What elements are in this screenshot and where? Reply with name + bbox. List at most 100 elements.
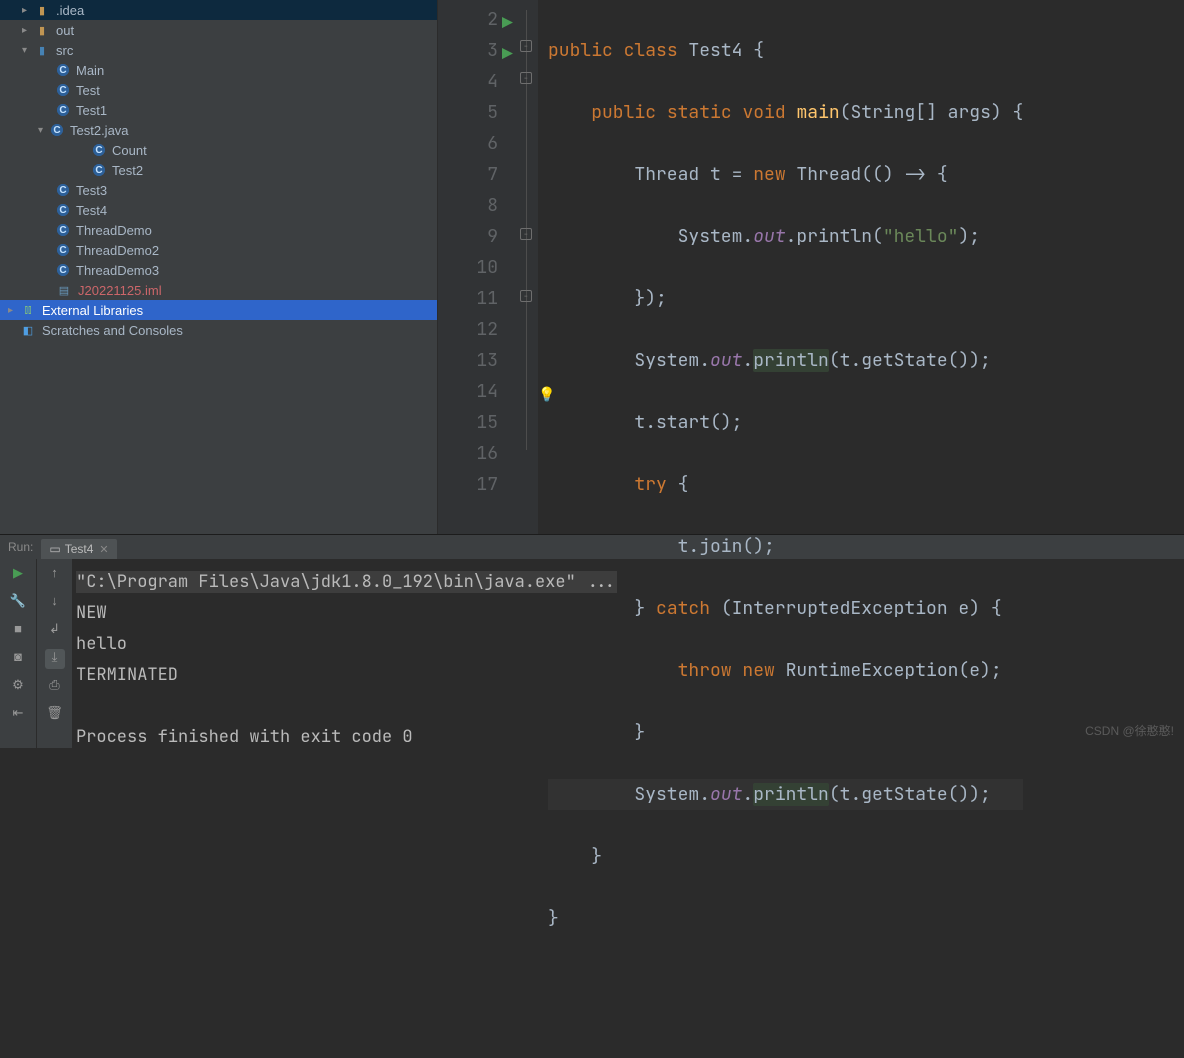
tree-item-test[interactable]: C Test [0,80,437,100]
tree-label: Test2 [112,163,143,178]
class-icon: C [56,103,70,117]
tree-item-test3[interactable]: C Test3 [0,180,437,200]
up-button[interactable]: ↑ [45,565,65,585]
line-num: 16 [438,438,498,469]
class-icon: C [92,163,106,177]
class-icon: C [56,63,70,77]
class-icon: C [56,223,70,237]
code-editor[interactable]: 2 3 4 5 6 7 8 9 10 11 12 13 14 15 16 17 … [438,0,1184,534]
tree-label: External Libraries [42,303,143,318]
tree-item-iml[interactable]: ▤ J20221125.iml [0,280,437,300]
tree-label: .idea [56,3,84,18]
scratch-icon: ◧ [20,322,36,338]
line-num: 5 [438,97,498,128]
tree-item-test2java[interactable]: ▾C Test2.java [0,120,437,140]
class-icon: C [56,83,70,97]
tree-label: J20221125.iml [78,283,162,298]
line-num: 7 [438,159,498,190]
line-num: 9 [438,221,498,252]
fold-icon[interactable]: − [520,72,532,84]
tree-label: Test [76,83,100,98]
trash-button[interactable]: 🗑 [45,705,65,725]
chevron-right-icon: ▸ [22,5,32,16]
tree-item-threaddemo3[interactable]: C ThreadDemo3 [0,260,437,280]
line-gutter: 2 3 4 5 6 7 8 9 10 11 12 13 14 15 16 17 … [438,0,518,534]
tree-item-count[interactable]: C Count [0,140,437,160]
line-num: 8 [438,190,498,221]
console-line: TERMINATED [76,664,178,686]
folder-icon: ▮ [34,42,50,58]
console-line: NEW [76,602,107,624]
tree-label: ThreadDemo2 [76,243,159,258]
bulb-icon[interactable]: 💡 [538,380,555,411]
java-file-icon: C [50,123,64,137]
console-line: hello [76,633,127,655]
class-icon: C [92,143,106,157]
tree-item-external-libraries[interactable]: ▸⫾⫾External Libraries [0,300,437,320]
line-num: 4 [438,66,498,97]
chevron-right-icon: ▸ [8,305,18,316]
tree-label: Test3 [76,183,107,198]
tree-item-scratches[interactable]: ◧ Scratches and Consoles [0,320,437,340]
watermark: CSDN @徐憨憨! [1085,722,1174,739]
console-exit: Process finished with exit code 0 [76,726,413,748]
line-num: 3 [438,35,498,66]
line-num: 15 [438,407,498,438]
tree-item-idea[interactable]: ▸▮.idea [0,0,437,20]
run-config-icon: ▭ [49,542,60,556]
tree-label: ThreadDemo [76,223,152,238]
run-toolbar-2: ↑ ↓ ↲ ⤓ ⎙ 🗑 [36,559,72,748]
close-icon[interactable]: ✕ [99,543,108,556]
run-tab-label: Test4 [65,542,94,556]
tree-item-main[interactable]: CMain [0,60,437,80]
tree-label: Scratches and Consoles [42,323,183,338]
stop-button[interactable]: ■ [8,621,28,641]
rerun-button[interactable]: ▶ [8,565,28,585]
class-icon: C [56,263,70,277]
line-num: 12 [438,314,498,345]
line-num: 13 [438,345,498,376]
tree-label: src [56,43,73,58]
iml-file-icon: ▤ [56,282,72,298]
project-tree[interactable]: ▸▮.idea ▸▮out ▾▮src CMain CTest CTest1 ▾… [0,0,438,534]
camera-button[interactable]: ◙ [8,649,28,669]
class-icon: C [56,183,70,197]
fold-icon[interactable]: − [520,228,532,240]
tree-label: Test2.java [70,123,129,138]
tree-label: Test4 [76,203,107,218]
tree-item-threaddemo[interactable]: C ThreadDemo [0,220,437,240]
tree-item-test4[interactable]: C Test4 [0,200,437,220]
run-gutter-icon[interactable]: ▶ [502,8,513,39]
run-toolbar-left: ▶ 🔧 ■ ◙ ⚙ ⇤ [0,559,36,748]
exit-button[interactable]: ⇤ [8,705,28,725]
tree-label: out [56,23,74,38]
line-num: 2 [438,4,498,35]
print-button[interactable]: ⎙ [45,677,65,697]
run-gutter-icon[interactable]: ▶ [502,39,513,70]
tree-item-test1[interactable]: CTest1 [0,100,437,120]
softwrap-button[interactable]: ↲ [45,621,65,641]
chevron-down-icon: ▾ [22,45,32,56]
tree-item-test2[interactable]: C Test2 [0,160,437,180]
run-label: Run: [8,540,33,554]
line-num: 14 [438,376,498,407]
console-cmd: "C:\Program Files\Java\jdk1.8.0_192\bin\… [76,571,617,593]
code-content[interactable]: public class Test4 { public static void … [538,0,1023,534]
chevron-down-icon: ▾ [38,125,48,136]
tree-label: ThreadDemo3 [76,263,159,278]
line-num: 6 [438,128,498,159]
scroll-end-button[interactable]: ⤓ [45,649,65,669]
tree-item-threaddemo2[interactable]: CThreadDemo2 [0,240,437,260]
settings-button[interactable]: ⚙ [8,677,28,697]
chevron-right-icon: ▸ [22,25,32,36]
tree-item-out[interactable]: ▸▮out [0,20,437,40]
fold-icon[interactable]: − [520,40,532,52]
down-button[interactable]: ↓ [45,593,65,613]
class-icon: C [56,203,70,217]
line-num: 10 [438,252,498,283]
tree-item-src[interactable]: ▾▮ src [0,40,437,60]
fold-icon[interactable]: − [520,290,532,302]
tree-label: Count [112,143,147,158]
run-tab[interactable]: ▭ Test4 ✕ [41,539,116,559]
wrench-button[interactable]: 🔧 [8,593,28,613]
